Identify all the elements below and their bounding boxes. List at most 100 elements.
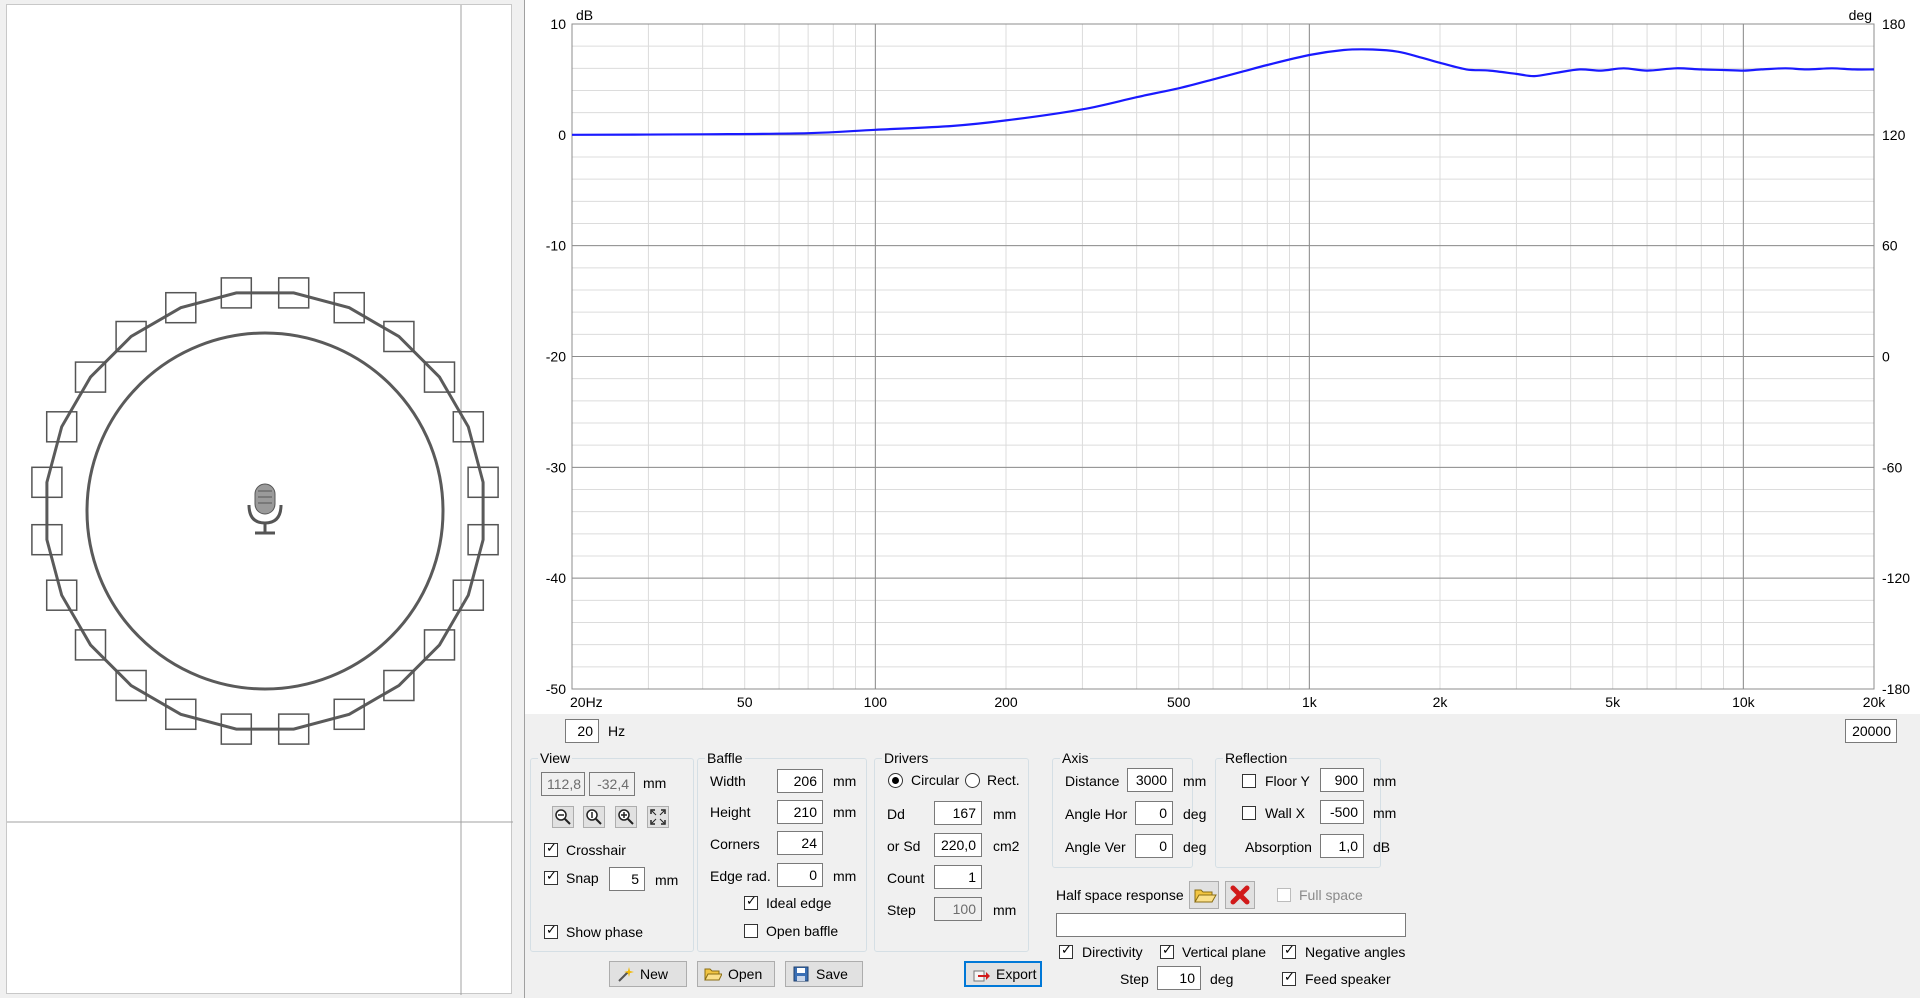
- export-button[interactable]: Export: [964, 961, 1042, 987]
- ideal-edge-label: Ideal edge: [766, 895, 832, 911]
- driver-step-unit: mm: [993, 902, 1017, 918]
- x-tick-label: 2k: [1433, 694, 1449, 710]
- floor-input[interactable]: 900: [1320, 768, 1364, 792]
- corner-handle[interactable]: [277, 277, 310, 309]
- check-mark-icon: ✓: [1284, 943, 1295, 958]
- open-button-label: Open: [728, 966, 763, 982]
- distance-unit: mm: [1183, 773, 1207, 789]
- corner-handle[interactable]: [74, 629, 107, 661]
- half-space-open-button[interactable]: [1189, 881, 1219, 909]
- x-tick-label: 500: [1167, 694, 1191, 710]
- baffle-drawing[interactable]: [7, 5, 513, 995]
- corner-handle[interactable]: [333, 698, 365, 731]
- corner-handle[interactable]: [423, 629, 456, 661]
- zoom-out-button[interactable]: [552, 806, 574, 828]
- angle-hor-input[interactable]: 0: [1135, 801, 1173, 825]
- rect-radio[interactable]: [965, 773, 980, 788]
- baffle-height-input[interactable]: 210: [777, 800, 823, 824]
- baffle-width-input[interactable]: 206: [777, 769, 823, 793]
- baffle-corners-input[interactable]: 24: [777, 831, 823, 855]
- corner-handle[interactable]: [45, 579, 78, 611]
- y2-tick-label: -60: [1882, 459, 1902, 475]
- wall-input[interactable]: -500: [1320, 800, 1364, 824]
- corner-handle[interactable]: [220, 277, 253, 309]
- angle-ver-input[interactable]: 0: [1135, 834, 1173, 858]
- angle-hor-unit: deg: [1183, 806, 1207, 822]
- save-button[interactable]: Save: [785, 961, 863, 987]
- directivity-step-input[interactable]: 10: [1157, 966, 1201, 990]
- y2-tick-label: 120: [1882, 127, 1906, 143]
- corner-handle[interactable]: [74, 361, 107, 393]
- feed-speaker-checkbox[interactable]: ✓: [1282, 970, 1296, 986]
- zoom-fit-icon: [586, 809, 602, 825]
- x-tick-label: 100: [864, 694, 888, 710]
- directivity-checkbox[interactable]: ✓: [1059, 943, 1073, 959]
- y-axis-unit-label: dB: [576, 7, 593, 23]
- snap-input[interactable]: 5: [609, 867, 645, 891]
- half-space-clear-button[interactable]: [1225, 881, 1255, 909]
- zoom-fit-button[interactable]: [583, 806, 605, 828]
- corner-handle[interactable]: [383, 669, 415, 702]
- angle-ver-unit: deg: [1183, 839, 1207, 855]
- corner-handle[interactable]: [452, 579, 485, 611]
- dd-label: Dd: [887, 806, 905, 822]
- check-mark-icon: ✓: [546, 923, 557, 938]
- angle-hor-label: Angle Hor: [1065, 806, 1128, 822]
- y-tick-label: -10: [546, 238, 566, 254]
- negative-angles-label: Negative angles: [1305, 944, 1406, 960]
- corner-handle[interactable]: [277, 713, 310, 745]
- zoom-in-button[interactable]: [615, 806, 637, 828]
- circular-radio[interactable]: [888, 773, 903, 788]
- corner-handle[interactable]: [31, 523, 63, 556]
- x-tick-label: 1k: [1302, 694, 1318, 710]
- absorption-input[interactable]: 1,0: [1320, 834, 1364, 858]
- full-space-checkbox[interactable]: [1277, 888, 1291, 902]
- snap-label: Snap: [566, 870, 599, 886]
- radio-selected-dot: [892, 777, 899, 784]
- sd-label: or Sd: [887, 838, 921, 854]
- open-baffle-checkbox[interactable]: [744, 924, 758, 938]
- max-frequency-input[interactable]: 20000: [1845, 719, 1897, 743]
- show-phase-checkbox[interactable]: ✓: [544, 923, 558, 939]
- negative-angles-checkbox[interactable]: ✓: [1282, 943, 1296, 959]
- driver-area-input[interactable]: 220,0: [934, 833, 982, 857]
- wall-reflection-checkbox[interactable]: [1242, 806, 1256, 820]
- axis-group-title: Axis: [1060, 750, 1091, 766]
- corner-handle[interactable]: [31, 466, 63, 499]
- floor-reflection-checkbox[interactable]: [1242, 774, 1256, 788]
- driver-count-input[interactable]: 1: [934, 865, 982, 889]
- zoom-extents-button[interactable]: [647, 806, 669, 828]
- corner-handle[interactable]: [115, 669, 147, 702]
- vertical-plane-checkbox[interactable]: ✓: [1160, 943, 1174, 959]
- corner-handle[interactable]: [467, 523, 499, 556]
- corner-handle[interactable]: [467, 466, 499, 499]
- min-frequency-input[interactable]: 20: [565, 719, 599, 743]
- baffle-view-canvas[interactable]: [6, 4, 513, 995]
- ideal-edge-checkbox[interactable]: ✓: [744, 894, 758, 910]
- open-button[interactable]: Open: [697, 961, 775, 987]
- corner-handle[interactable]: [220, 713, 253, 745]
- edge-radius-input[interactable]: 0: [777, 863, 823, 887]
- pane-splitter[interactable]: [514, 0, 524, 998]
- feed-speaker-label: Feed speaker: [1305, 971, 1391, 987]
- corner-handle[interactable]: [333, 291, 365, 324]
- new-button-label: New: [640, 966, 669, 982]
- corner-handle[interactable]: [165, 698, 197, 731]
- new-button[interactable]: New: [609, 961, 687, 987]
- corner-handle[interactable]: [452, 411, 485, 443]
- corner-handle[interactable]: [383, 320, 415, 353]
- corner-handle[interactable]: [45, 411, 78, 443]
- driver-diameter-input[interactable]: 167: [934, 801, 982, 825]
- half-space-path-input[interactable]: [1056, 913, 1406, 937]
- drivers-group-title: Drivers: [882, 750, 931, 766]
- distance-input[interactable]: 3000: [1127, 768, 1173, 792]
- frequency-response-chart[interactable]: 100-10-20-30-40-50180120600-60-120-18020…: [525, 0, 1920, 714]
- corner-handle[interactable]: [115, 320, 147, 353]
- crosshair-checkbox[interactable]: ✓: [544, 841, 558, 857]
- snap-checkbox[interactable]: ✓: [544, 869, 558, 885]
- new-wand-icon: [618, 967, 634, 982]
- x-tick-label: 50: [737, 694, 753, 710]
- corner-handle[interactable]: [423, 361, 456, 393]
- corner-handle[interactable]: [165, 291, 197, 324]
- directivity-step-label: Step: [1120, 971, 1149, 987]
